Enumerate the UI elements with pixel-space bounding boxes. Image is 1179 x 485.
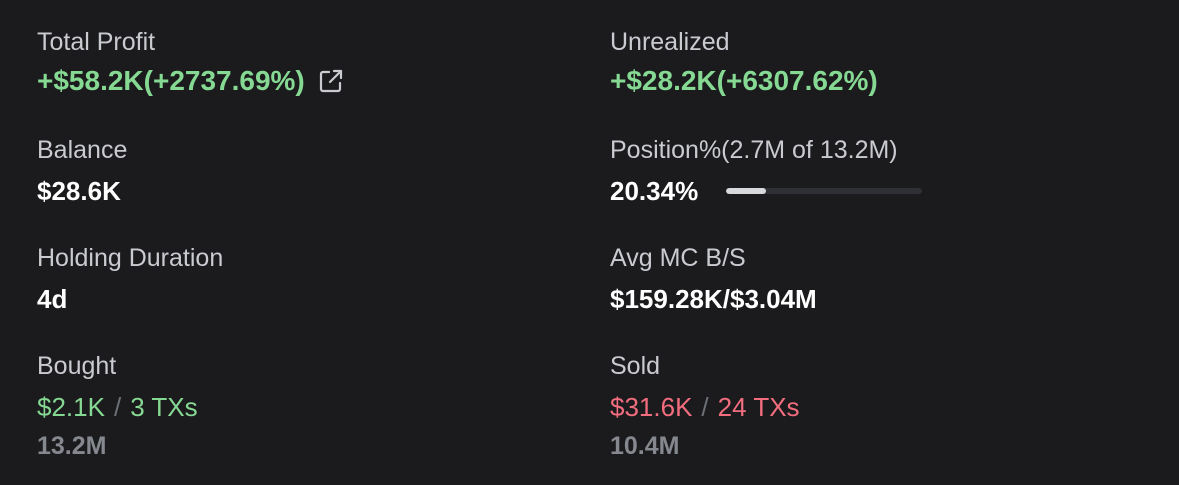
bought-amount: $2.1K: [37, 392, 105, 422]
bought-stat: Bought $2.1K / 3 TXs 13.2M: [37, 351, 198, 461]
holding-duration-value: 4d: [37, 284, 68, 314]
total-profit-value-row: +$58.2K(+2737.69%): [37, 66, 345, 96]
avg-mc-stat: Avg MC B/S $159.28K/$3.04M: [610, 243, 817, 314]
total-profit-stat: Total Profit +$58.2K(+2737.69%): [37, 27, 345, 96]
position-stat: Position%(2.7M of 13.2M) 20.34%: [610, 135, 923, 206]
unrealized-value: +$28.2K(+6307.62%): [610, 65, 878, 96]
total-profit-value: +$58.2K(+2737.69%): [37, 65, 305, 96]
sold-stat: Sold $31.6K / 24 TXs 10.4M: [610, 351, 800, 461]
bought-value-row: $2.1K / 3 TXs: [37, 392, 198, 422]
bought-label: Bought: [37, 352, 117, 380]
avg-mc-value: $159.28K/$3.04M: [610, 284, 817, 314]
balance-value-row: $28.6K: [37, 176, 127, 206]
position-value-row: 20.34%: [610, 176, 923, 206]
bought-separator: /: [113, 392, 122, 422]
sold-amount: $31.6K: [610, 392, 693, 422]
bought-txs: 3 TXs: [130, 392, 198, 422]
position-progress-fill: [726, 188, 767, 194]
holding-duration-value-row: 4d: [37, 284, 223, 314]
position-label: Position%(2.7M of 13.2M): [610, 136, 898, 164]
position-progress-bar: [726, 188, 923, 194]
total-profit-label: Total Profit: [37, 28, 156, 56]
avg-mc-value-row: $159.28K/$3.04M: [610, 284, 817, 314]
balance-value: $28.6K: [37, 176, 121, 206]
avg-mc-label: Avg MC B/S: [610, 244, 746, 272]
external-link-icon[interactable]: [317, 67, 345, 95]
sold-separator: /: [701, 392, 709, 422]
sold-label: Sold: [610, 352, 661, 380]
bought-tokens: 13.2M: [37, 432, 107, 460]
sold-tokens: 10.4M: [610, 432, 680, 460]
position-value: 20.34%: [610, 176, 699, 206]
unrealized-value-row: +$28.2K(+6307.62%): [610, 66, 878, 96]
holding-duration-stat: Holding Duration 4d: [37, 243, 223, 314]
unrealized-label: Unrealized: [610, 28, 730, 56]
balance-stat: Balance $28.6K: [37, 135, 127, 206]
holding-duration-label: Holding Duration: [37, 244, 224, 272]
sold-txs: 24 TXs: [717, 392, 800, 422]
balance-label: Balance: [37, 136, 128, 164]
unrealized-stat: Unrealized +$28.2K(+6307.62%): [610, 27, 878, 96]
sold-value-row: $31.6K / 24 TXs: [610, 392, 800, 422]
